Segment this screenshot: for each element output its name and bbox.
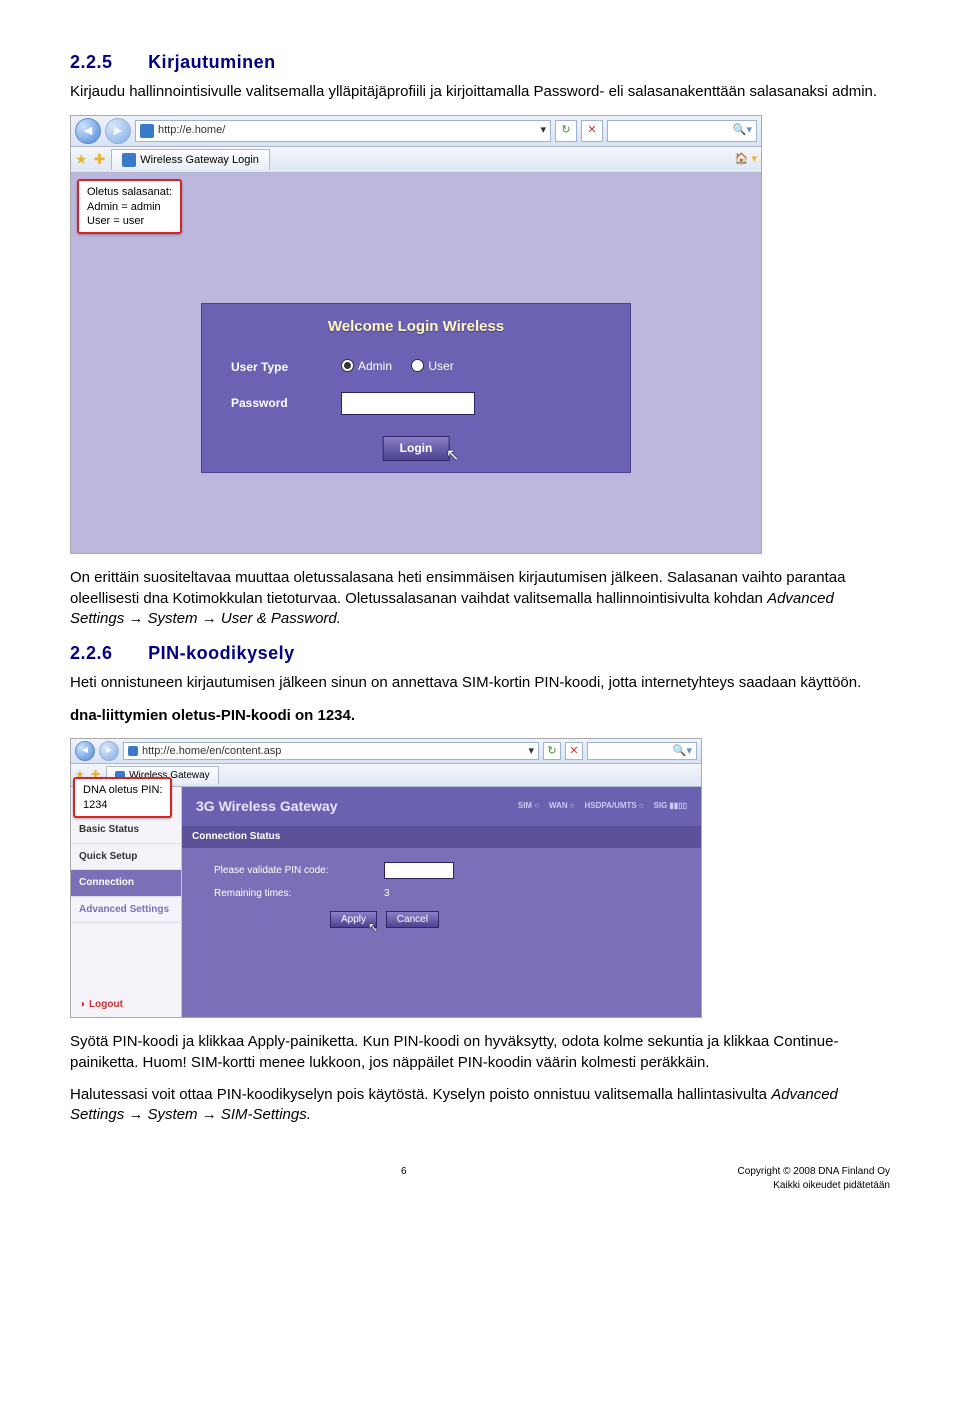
gateway-body: Basic Status Quick Setup Connection Adva… — [71, 787, 701, 1017]
page-icon — [128, 746, 138, 756]
heading-title: PIN-koodikysely — [148, 643, 295, 663]
stop-button[interactable]: ✕ — [581, 120, 603, 142]
gateway-title: 3G Wireless Gateway — [196, 797, 338, 816]
heading-num: 2.2.6 — [70, 643, 113, 663]
screenshot-pin: ◄ ► http://e.home/en/content.asp ▾ ↻ ✕ 🔍… — [70, 738, 702, 1019]
sig-signal: SIG ▮▮▯▯ — [654, 801, 687, 812]
label-validate-pin: Please validate PIN code: — [214, 864, 384, 878]
address-bar[interactable]: http://e.home/ ▾ — [135, 120, 551, 142]
label-password: Password — [231, 395, 321, 411]
tip-line1: Admin = admin — [87, 200, 172, 214]
login-button[interactable]: Login — [383, 436, 450, 460]
tab-title: Wireless Gateway Login — [140, 153, 259, 168]
add-fav-icon[interactable]: ✚ — [94, 150, 106, 169]
label-remaining: Remaining times: — [214, 887, 384, 901]
login-title: Welcome Login Wireless — [201, 317, 631, 337]
sig-hsdpa: HSDPA/UMTS ○ — [584, 801, 643, 812]
para-225: Kirjaudu hallinnointisivulle valitsemall… — [70, 82, 890, 102]
heading-num: 2.2.5 — [70, 52, 113, 72]
radio-dot-icon — [341, 359, 354, 372]
radio-admin[interactable]: Admin — [341, 358, 392, 374]
logout-icon: ◑ — [79, 998, 85, 1012]
para-tail-2: Halutessasi voit ottaa PIN-koodikyselyn … — [70, 1085, 890, 1126]
tab-icon — [122, 153, 136, 167]
heading-225: 2.2.5 Kirjautuminen — [70, 50, 890, 74]
sidebar-item-quick[interactable]: Quick Setup — [71, 844, 181, 871]
logout-button[interactable]: ◑ Logout — [71, 992, 181, 1018]
search-box[interactable]: 🔍▾ — [587, 742, 697, 760]
sidebar-item-connection[interactable]: Connection — [71, 870, 181, 897]
tooltip-default-pin: DNA oletus PIN: 1234 — [73, 777, 172, 818]
sig-wan: WAN ○ — [549, 801, 575, 812]
para-226-2: dna-liittymien oletus-PIN-koodi on 1234. — [70, 706, 890, 726]
refresh-button[interactable]: ↻ — [543, 742, 561, 760]
sidebar-item-advanced[interactable]: Advanced Settings — [71, 897, 181, 924]
forward-button[interactable]: ► — [99, 741, 119, 761]
copyright-line2: Kaikki oikeudet pidätetään — [773, 1180, 890, 1191]
status-indicators: SIM ○ WAN ○ HSDPA/UMTS ○ SIG ▮▮▯▯ — [518, 801, 687, 812]
connection-panel: Connection Status Please validate PIN co… — [182, 826, 701, 1017]
browser-nav-bar: ◄ ► http://e.home/en/content.asp ▾ ↻ ✕ 🔍… — [71, 739, 701, 764]
cursor-icon: ↖ — [446, 445, 459, 467]
page-body: Oletus salasanat: Admin = admin User = u… — [71, 173, 761, 553]
stop-button[interactable]: ✕ — [565, 742, 583, 760]
login-card: Welcome Login Wireless User Type Admin U… — [201, 303, 631, 472]
gateway-header: 3G Wireless Gateway SIM ○ WAN ○ HSDPA/UM… — [182, 787, 701, 826]
back-button[interactable]: ◄ — [75, 118, 101, 144]
heading-226: 2.2.6 PIN-koodikysely — [70, 641, 890, 665]
password-input[interactable]: ••••• — [341, 392, 475, 414]
para-mid: On erittäin suositeltavaa muuttaa oletus… — [70, 568, 890, 629]
sig-sim: SIM ○ — [518, 801, 539, 812]
main-panel: 3G Wireless Gateway SIM ○ WAN ○ HSDPA/UM… — [182, 787, 701, 1017]
tip-line2: User = user — [87, 214, 172, 228]
sidebar-item-basic[interactable]: Basic Status — [71, 817, 181, 844]
pin-input[interactable]: ••• — [384, 862, 454, 880]
refresh-button[interactable]: ↻ — [555, 120, 577, 142]
back-button[interactable]: ◄ — [75, 741, 95, 761]
radio-dot-icon — [411, 359, 424, 372]
radio-user[interactable]: User — [411, 358, 453, 374]
home-icon[interactable]: 🏠 ▾ — [735, 152, 757, 167]
sidebar: Basic Status Quick Setup Connection Adva… — [71, 787, 182, 1017]
screenshot-login: ◄ ► http://e.home/ ▾ ↻ ✕ 🔍▾ ★ ✚ Wireless… — [70, 115, 762, 555]
browser-tab-bar: ★ ✚ Wireless Gateway Login 🏠 ▾ — [71, 147, 761, 174]
address-bar[interactable]: http://e.home/en/content.asp ▾ — [123, 742, 539, 760]
url-text: http://e.home/en/content.asp — [142, 744, 281, 759]
browser-tab[interactable]: Wireless Gateway Login — [111, 149, 270, 171]
search-box[interactable]: 🔍▾ — [607, 120, 757, 142]
tip-line1: 1234 — [83, 798, 162, 812]
copyright-line1: Copyright © 2008 DNA Finland Oy — [738, 1166, 890, 1177]
cancel-button[interactable]: Cancel — [386, 911, 439, 928]
page-number: 6 — [401, 1165, 407, 1192]
forward-button[interactable]: ► — [105, 118, 131, 144]
tip-title: DNA oletus PIN: — [83, 783, 162, 797]
label-user-type: User Type — [231, 359, 321, 375]
url-text: http://e.home/ — [158, 123, 225, 138]
browser-nav-bar: ◄ ► http://e.home/ ▾ ↻ ✕ 🔍▾ — [71, 116, 761, 147]
para-226-1: Heti onnistuneen kirjautumisen jälkeen s… — [70, 673, 890, 693]
tooltip-default-passwords: Oletus salasanat: Admin = admin User = u… — [77, 179, 182, 234]
panel-title: Connection Status — [182, 826, 701, 848]
cursor-icon: ↖ — [368, 919, 378, 935]
tip-title: Oletus salasanat: — [87, 185, 172, 199]
para-tail-1: Syötä PIN-koodi ja klikkaa Apply-painike… — [70, 1032, 890, 1073]
favorites-icon[interactable]: ★ — [75, 150, 88, 169]
page-icon — [140, 124, 154, 138]
page-footer: 6 Copyright © 2008 DNA Finland Oy Kaikki… — [70, 1165, 890, 1192]
heading-title: Kirjautuminen — [148, 52, 276, 72]
remaining-value: 3 — [384, 887, 390, 901]
